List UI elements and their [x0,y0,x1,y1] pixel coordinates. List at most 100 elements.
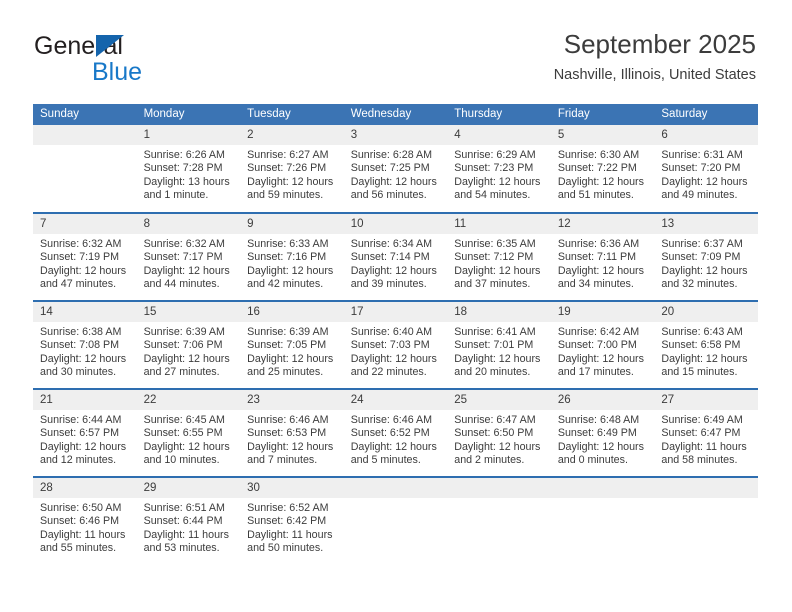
calendar-day-cell[interactable]: 21 Sunrise: 6:44 AM Sunset: 6:57 PM Dayligh… [33,388,137,477]
calendar-day-cell[interactable]: 20 Sunrise: 6:43 AM Sunset: 6:58 PM Dayligh… [654,300,758,389]
calendar-day-cell[interactable]: 11 Sunrise: 6:35 AM Sunset: 7:12 PM Dayligh… [447,212,551,301]
day-details: Sunrise: 6:29 AM Sunset: 7:23 PM Daylight:… [447,145,551,203]
daylight-text-line2: and 5 minutes. [350,454,421,467]
title-block: September 2025 Nashville, Illinois, Unit… [554,28,756,84]
sunset-text: Sunset: 6:47 PM [661,427,741,440]
column-header-friday: Friday [550,104,655,125]
daylight-text-line2: and 30 minutes. [40,366,117,379]
calendar-day-cell[interactable]: 10 Sunrise: 6:34 AM Sunset: 7:14 PM Dayligh… [343,212,448,301]
calendar-day-cell[interactable]: 26 Sunrise: 6:48 AM Sunset: 6:49 PM Dayligh… [550,388,655,477]
daylight-text-line1: Daylight: 12 hours [454,440,541,453]
day-number: 19 [550,302,655,322]
calendar-day-cell[interactable]: 1 Sunrise: 6:26 AM Sunset: 7:28 PM Daylight… [136,125,241,213]
daylight-text-line1: Daylight: 12 hours [143,264,230,277]
sunrise-text: Sunrise: 6:30 AM [557,149,640,161]
calendar-day-cell[interactable]: 19 Sunrise: 6:42 AM Sunset: 7:00 PM Dayligh… [550,300,655,389]
calendar-day-cell[interactable]: 22 Sunrise: 6:45 AM Sunset: 6:55 PM Dayligh… [136,388,241,477]
calendar-day-cell[interactable]: 5 Sunrise: 6:30 AM Sunset: 7:22 PM Daylight… [550,125,655,213]
calendar-day-cell[interactable]: 14 Sunrise: 6:38 AM Sunset: 7:08 PM Dayligh… [33,300,137,389]
calendar-day-cell[interactable]: 6 Sunrise: 6:31 AM Sunset: 7:20 PM Daylight… [654,125,758,213]
daylight-text-line1: Daylight: 12 hours [454,264,541,277]
day-details: Sunrise: 6:44 AM Sunset: 6:57 PM Daylight:… [33,410,137,468]
calendar-day-cell[interactable]: 29 Sunrise: 6:51 AM Sunset: 6:44 PM Dayligh… [136,476,241,565]
day-number: 26 [550,390,655,410]
calendar-day-cell[interactable]: 24 Sunrise: 6:46 AM Sunset: 6:52 PM Dayligh… [343,388,448,477]
calendar-day-cell[interactable]: 23 Sunrise: 6:46 AM Sunset: 6:53 PM Dayligh… [240,388,344,477]
calendar-day-cell[interactable]: 25 Sunrise: 6:47 AM Sunset: 6:50 PM Dayligh… [447,388,551,477]
daylight-text-line2: and 39 minutes. [350,278,427,291]
calendar-day-cell[interactable]: 8 Sunrise: 6:32 AM Sunset: 7:17 PM Daylight… [136,212,241,301]
daylight-text-line1: Daylight: 13 hours [143,175,230,188]
calendar-table: Sunday Monday Tuesday Wednesday Thursday… [33,104,758,565]
sunrise-text: Sunrise: 6:37 AM [661,238,743,250]
day-details: Sunrise: 6:32 AM Sunset: 7:19 PM Daylight:… [33,234,137,292]
sunset-text: Sunset: 6:44 PM [143,515,223,528]
calendar-day-cell[interactable]: 13 Sunrise: 6:37 AM Sunset: 7:09 PM Dayligh… [654,212,758,301]
day-number: 23 [240,390,344,410]
calendar-day-cell[interactable]: 12 Sunrise: 6:36 AM Sunset: 7:11 PM Dayligh… [550,212,655,301]
calendar-day-cell[interactable]: 30 Sunrise: 6:52 AM Sunset: 6:42 PM Dayligh… [240,476,344,565]
day-number: 3 [343,125,448,145]
calendar-day-cell[interactable]: 17 Sunrise: 6:40 AM Sunset: 7:03 PM Dayligh… [343,300,448,389]
day-number: 17 [343,302,448,322]
sunset-text: Sunset: 7:11 PM [557,251,637,264]
calendar-day-cell-empty [447,476,551,565]
day-number: 8 [136,214,241,234]
day-number: 24 [343,390,448,410]
sunrise-text: Sunrise: 6:42 AM [557,326,640,338]
sunset-text: Sunset: 7:23 PM [454,162,534,175]
sunset-text: Sunset: 7:12 PM [454,251,534,264]
day-details: Sunrise: 6:32 AM Sunset: 7:17 PM Daylight:… [137,234,241,292]
sunrise-text: Sunrise: 6:34 AM [350,238,433,250]
calendar-day-cell[interactable]: 4 Sunrise: 6:29 AM Sunset: 7:23 PM Daylight… [447,125,551,213]
day-details: Sunrise: 6:42 AM Sunset: 7:00 PM Daylight:… [551,322,655,380]
daylight-text-line2: and 34 minutes. [557,278,634,291]
calendar-day-cell[interactable]: 9 Sunrise: 6:33 AM Sunset: 7:16 PM Daylight… [240,212,344,301]
daylight-text-line2: and 58 minutes. [661,454,738,467]
day-number: 25 [447,390,551,410]
daylight-text-line1: Daylight: 12 hours [247,175,334,188]
calendar-week-row: 1 Sunrise: 6:26 AM Sunset: 7:28 PM Daylight… [33,125,758,213]
day-details: Sunrise: 6:40 AM Sunset: 7:03 PM Daylight:… [344,322,448,380]
calendar-day-cell[interactable]: 3 Sunrise: 6:28 AM Sunset: 7:25 PM Daylight… [343,125,448,213]
day-number: 4 [447,125,551,145]
column-header-sunday: Sunday [33,104,137,125]
general-blue-logo[interactable]: General Blue [34,31,234,87]
day-details: Sunrise: 6:43 AM Sunset: 6:58 PM Daylight:… [654,322,758,380]
day-details: Sunrise: 6:37 AM Sunset: 7:09 PM Daylight:… [654,234,758,292]
day-number: 16 [240,302,344,322]
daylight-text-line2: and 20 minutes. [454,366,531,379]
sunrise-text: Sunrise: 6:46 AM [350,414,433,426]
daylight-text-line2: and 44 minutes. [143,278,220,291]
day-details: Sunrise: 6:33 AM Sunset: 7:16 PM Daylight:… [240,234,344,292]
calendar-day-cell[interactable]: 16 Sunrise: 6:39 AM Sunset: 7:05 PM Dayligh… [240,300,344,389]
sunset-text: Sunset: 7:03 PM [350,339,430,352]
daylight-text-line2: and 2 minutes. [454,454,525,467]
sunrise-text: Sunrise: 6:32 AM [143,238,225,250]
sunrise-text: Sunrise: 6:41 AM [454,326,536,338]
sunset-text: Sunset: 7:16 PM [247,251,327,264]
calendar-day-cell[interactable]: 28 Sunrise: 6:50 AM Sunset: 6:46 PM Dayligh… [33,476,137,565]
daylight-text-line2: and 15 minutes. [661,366,738,379]
calendar-day-cell[interactable]: 18 Sunrise: 6:41 AM Sunset: 7:01 PM Dayligh… [447,300,551,389]
sunrise-text: Sunrise: 6:45 AM [143,414,225,426]
daylight-text-line2: and 37 minutes. [454,278,531,291]
sunrise-text: Sunrise: 6:26 AM [143,149,225,161]
calendar-day-cell-empty [550,476,655,565]
calendar-day-cell[interactable]: 7 Sunrise: 6:32 AM Sunset: 7:19 PM Daylight… [33,212,137,301]
calendar-day-cell[interactable]: 15 Sunrise: 6:39 AM Sunset: 7:06 PM Dayligh… [136,300,241,389]
sunset-text: Sunset: 7:17 PM [143,251,223,264]
day-number: 7 [33,214,137,234]
daylight-text-line2: and 17 minutes. [557,366,634,379]
sunrise-text: Sunrise: 6:35 AM [454,238,536,250]
column-header-saturday: Saturday [654,104,758,125]
calendar-day-cell[interactable]: 27 Sunrise: 6:49 AM Sunset: 6:47 PM Dayligh… [654,388,758,477]
day-number [447,478,551,498]
daylight-text-line2: and 59 minutes. [247,189,324,202]
daylight-text-line1: Daylight: 11 hours [143,528,229,541]
daylight-text-line2: and 47 minutes. [40,278,117,291]
calendar-day-cell[interactable]: 2 Sunrise: 6:27 AM Sunset: 7:26 PM Daylight… [240,125,344,213]
day-details: Sunrise: 6:41 AM Sunset: 7:01 PM Daylight:… [447,322,551,380]
day-number: 15 [136,302,241,322]
sunset-text: Sunset: 7:06 PM [143,339,223,352]
